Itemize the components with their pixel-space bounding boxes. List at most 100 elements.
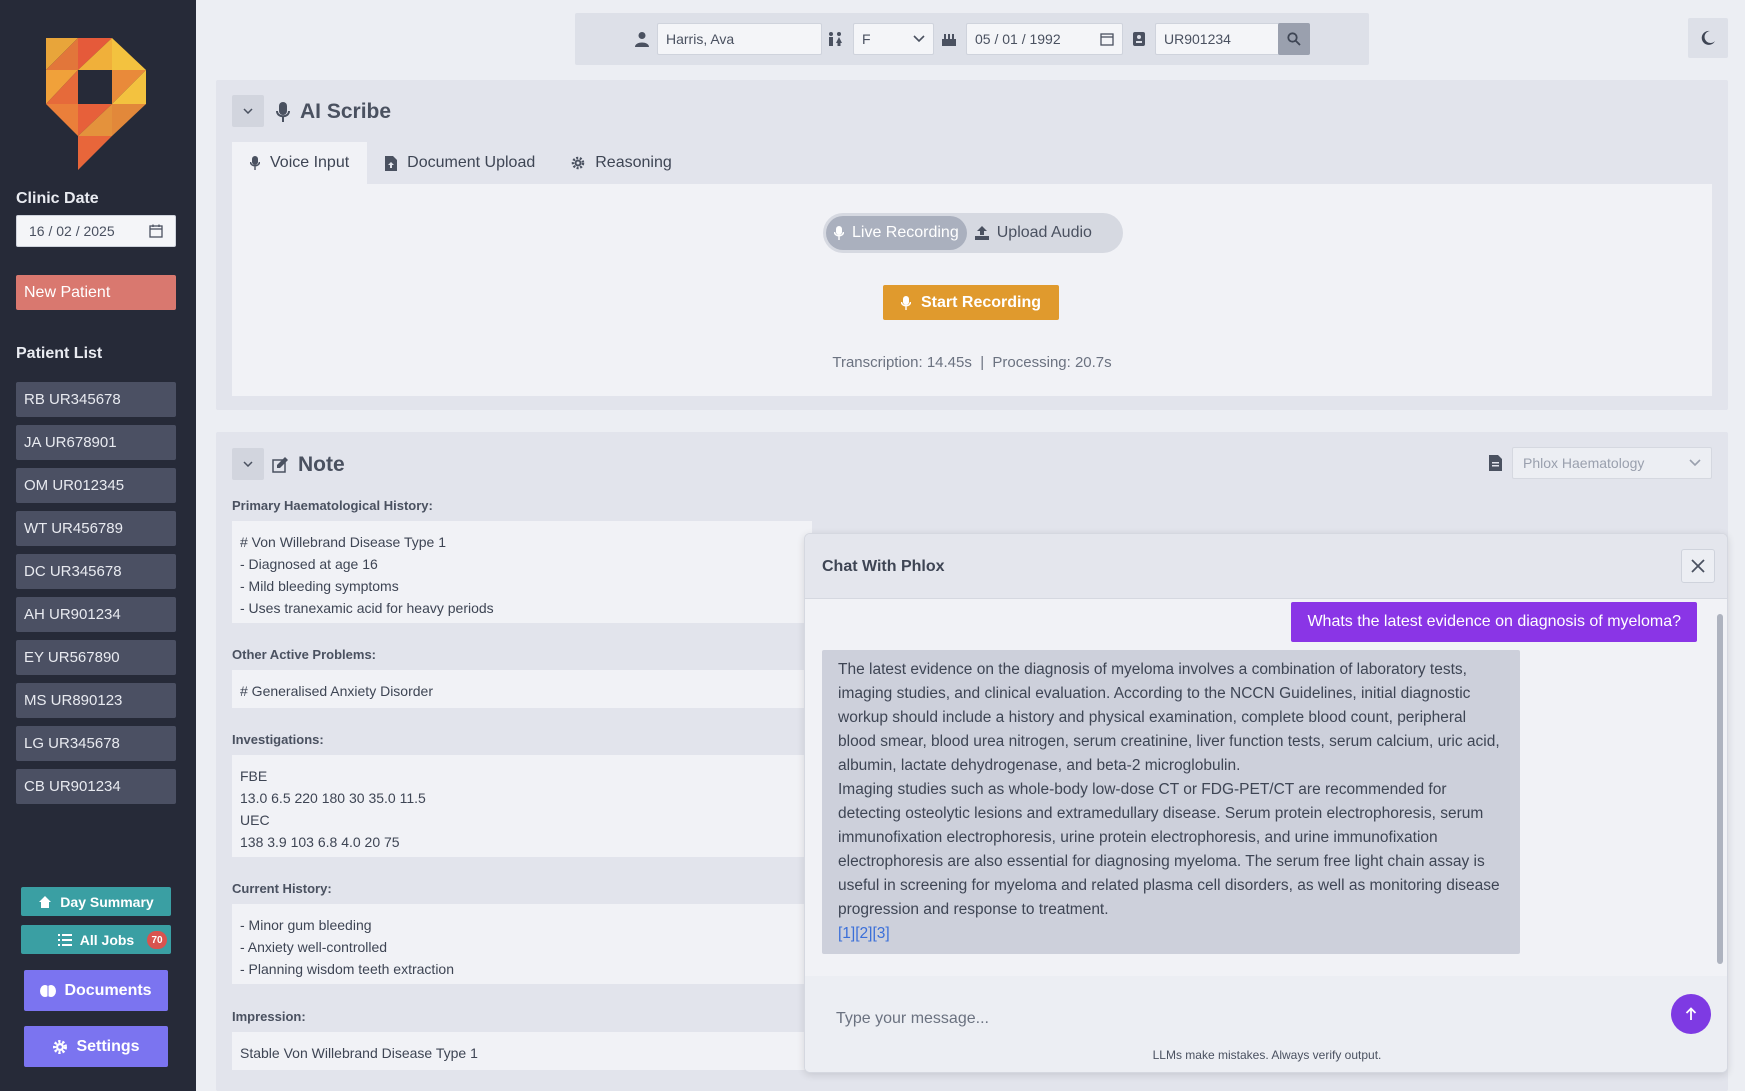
- assistant-message: The latest evidence on the diagnosis of …: [822, 650, 1520, 954]
- user-icon: [635, 32, 649, 47]
- patient-search-bar: Harris, Ava F 05 / 01 / 1992 UR901234: [575, 13, 1369, 65]
- file-upload-icon: [385, 155, 398, 171]
- note-template-select[interactable]: Phlox Haematology: [1512, 447, 1712, 479]
- patient-list-item[interactable]: AH UR901234: [16, 597, 176, 632]
- settings-label: Settings: [76, 1037, 140, 1055]
- documents-button[interactable]: Documents: [24, 970, 168, 1011]
- section-content[interactable]: - Minor gum bleeding - Anxiety well-cont…: [232, 904, 812, 984]
- clinic-date-label: Clinic Date: [16, 190, 99, 207]
- ur-number-field[interactable]: UR901234: [1155, 23, 1280, 55]
- dark-mode-toggle[interactable]: [1688, 18, 1728, 58]
- section-label: Current History:: [232, 881, 332, 896]
- patient-list-label: Patient List: [16, 345, 103, 362]
- clinic-date-value: 16 / 02 / 2025: [29, 223, 115, 239]
- close-icon: [1691, 559, 1705, 573]
- patient-list-item[interactable]: LG UR345678: [16, 726, 176, 761]
- arrow-up-icon: [1685, 1007, 1697, 1020]
- patient-list-item[interactable]: DC UR345678: [16, 554, 176, 589]
- scribe-collapse-button[interactable]: [232, 95, 264, 127]
- tab-document-upload[interactable]: Document Upload: [367, 142, 553, 184]
- tab-reasoning[interactable]: Reasoning: [553, 142, 690, 184]
- section-content[interactable]: # Generalised Anxiety Disorder: [232, 670, 812, 708]
- assistant-paragraph: Imaging studies such as whole-body low-d…: [838, 781, 1500, 918]
- ai-scribe-title: AI Scribe: [276, 100, 391, 124]
- calendar-icon[interactable]: [149, 224, 163, 238]
- phlox-logo: [46, 38, 146, 170]
- citation-links[interactable]: [1][2][3]: [838, 922, 1504, 946]
- section-label: Investigations:: [232, 732, 324, 747]
- live-recording-option[interactable]: Live Recording: [826, 216, 967, 250]
- id-badge-icon: [1133, 32, 1145, 46]
- edit-icon: [272, 457, 288, 473]
- chat-scrollbar[interactable]: [1717, 614, 1723, 964]
- patient-list-item[interactable]: EY UR567890: [16, 640, 176, 675]
- timing-stats: Transcription: 14.45s | Processing: 20.7…: [832, 354, 1112, 371]
- patient-name-field[interactable]: Harris, Ava: [657, 23, 822, 55]
- gender-icon: [829, 32, 842, 46]
- section-content[interactable]: # Von Willebrand Disease Type 1 - Diagno…: [232, 521, 812, 623]
- all-jobs-button[interactable]: All Jobs 70: [21, 925, 171, 954]
- chevron-down-icon: [913, 35, 925, 43]
- chat-header: Chat With Phlox: [805, 534, 1727, 599]
- voice-input-panel: Live Recording Upload Audio Start Record…: [232, 184, 1712, 396]
- microphone-icon: [834, 226, 844, 240]
- section-content[interactable]: Stable Von Willebrand Disease Type 1: [232, 1032, 812, 1070]
- moon-icon: [1701, 30, 1715, 45]
- chat-title: Chat With Phlox: [822, 558, 945, 575]
- documents-label: Documents: [64, 981, 152, 999]
- new-patient-button[interactable]: New Patient: [16, 275, 176, 310]
- microphone-icon: [276, 102, 290, 122]
- scribe-tabs: Voice Input Document Upload Reasoning: [232, 142, 690, 184]
- jobs-count-badge: 70: [147, 931, 167, 949]
- chat-window: Chat With Phlox Whats the latest evidenc…: [804, 533, 1728, 1073]
- settings-button[interactable]: Settings: [24, 1026, 168, 1067]
- patient-list-item[interactable]: WT UR456789: [16, 511, 176, 546]
- cog-icon: [572, 156, 585, 170]
- brain-icon: [40, 984, 57, 997]
- microphone-icon: [250, 156, 260, 170]
- clinic-date-input[interactable]: 16 / 02 / 2025: [16, 215, 176, 247]
- section-label: Other Active Problems:: [232, 647, 377, 662]
- sidebar: Clinic Date 16 / 02 / 2025 New Patient P…: [0, 0, 196, 1091]
- chevron-down-icon: [1689, 459, 1701, 467]
- ur-number-value: UR901234: [1164, 31, 1231, 47]
- home-icon: [39, 895, 52, 908]
- tab-voice-input[interactable]: Voice Input: [232, 142, 368, 184]
- microphone-icon: [900, 295, 911, 310]
- tab-document-upload-label: Document Upload: [407, 154, 536, 171]
- gear-icon: [53, 1039, 68, 1054]
- chat-footer: Type your message... LLMs make mistakes.…: [805, 976, 1727, 1072]
- patient-list-item[interactable]: CB UR901234: [16, 769, 176, 804]
- day-summary-button[interactable]: Day Summary: [21, 887, 171, 916]
- patient-list-item[interactable]: MS UR890123: [16, 683, 176, 718]
- upload-audio-option[interactable]: Upload Audio: [967, 216, 1100, 250]
- chevron-down-icon: [243, 108, 253, 114]
- tab-voice-input-label: Voice Input: [270, 154, 350, 171]
- note-template-value: Phlox Haematology: [1523, 455, 1645, 471]
- search-button[interactable]: [1278, 23, 1310, 55]
- start-recording-button[interactable]: Start Recording: [883, 285, 1059, 320]
- dob-value: 05 / 01 / 1992: [975, 31, 1061, 47]
- start-recording-label: Start Recording: [920, 293, 1041, 311]
- section-content[interactable]: FBE 13.0 6.5 220 180 30 35.0 11.5 UEC 13…: [232, 755, 812, 857]
- chevron-down-icon: [243, 461, 253, 467]
- send-button[interactable]: [1671, 994, 1711, 1034]
- chat-message-input[interactable]: Type your message...: [822, 1002, 1622, 1036]
- birthday-cake-icon: [942, 34, 956, 46]
- chat-close-button[interactable]: [1681, 549, 1715, 583]
- live-recording-label: Live Recording: [852, 224, 959, 241]
- gender-value: F: [862, 31, 871, 47]
- section-label: Primary Haematological History:: [232, 498, 433, 513]
- gender-select[interactable]: F: [853, 23, 934, 55]
- tab-reasoning-label: Reasoning: [595, 154, 672, 171]
- upload-icon: [974, 226, 989, 240]
- calendar-icon[interactable]: [1100, 32, 1114, 46]
- patient-list-item[interactable]: OM UR012345: [16, 468, 176, 503]
- list-icon: [57, 933, 72, 946]
- patient-name-value: Harris, Ava: [666, 31, 735, 47]
- patient-list-item[interactable]: RB UR345678: [16, 382, 176, 417]
- note-collapse-button[interactable]: [232, 448, 264, 480]
- ai-scribe-label: AI Scribe: [300, 100, 392, 123]
- patient-list-item[interactable]: JA UR678901: [16, 425, 176, 460]
- dob-field[interactable]: 05 / 01 / 1992: [966, 23, 1123, 55]
